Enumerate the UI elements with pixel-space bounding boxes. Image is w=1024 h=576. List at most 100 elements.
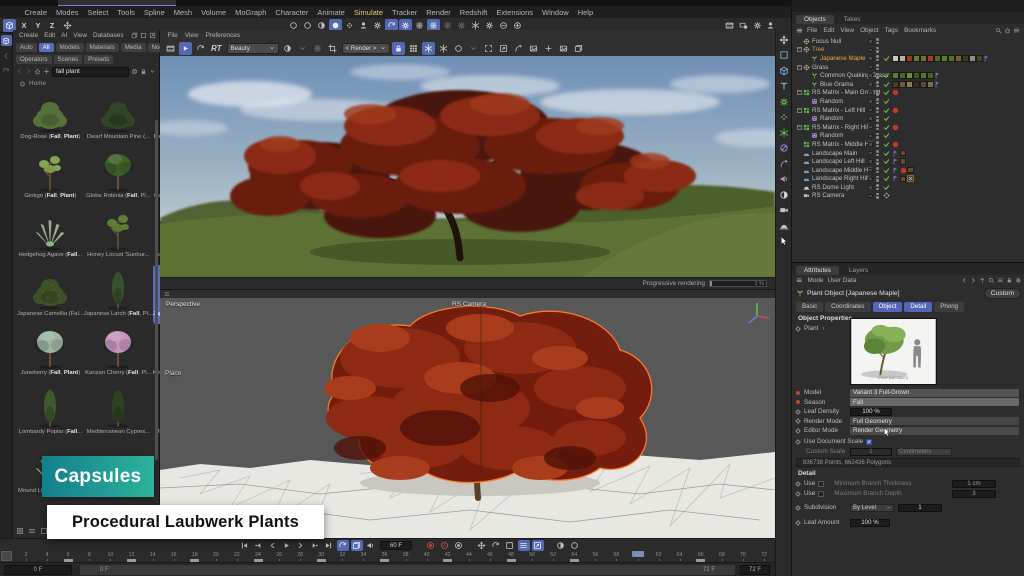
scale-icon[interactable] [149, 32, 156, 39]
expander-icon[interactable]: − [796, 124, 803, 131]
visibility-dots[interactable] [876, 159, 879, 165]
material-swatch[interactable] [906, 72, 913, 79]
skipend-button[interactable] [323, 540, 335, 551]
object-row[interactable]: RS Matrix - Middle Hill [792, 140, 1024, 149]
asset-item[interactable]: Japanese Camellia (Fal... [17, 265, 84, 324]
visibility-dots[interactable] [876, 184, 879, 190]
material-swatch[interactable] [948, 55, 955, 62]
menu-window[interactable]: Window [538, 8, 574, 17]
menu-spline[interactable]: Spline [139, 8, 169, 17]
section-tab-detail[interactable]: Detail [904, 302, 932, 312]
layer-chip[interactable] [868, 185, 873, 190]
layer-chip[interactable] [868, 116, 873, 121]
loop-button[interactable] [337, 540, 349, 551]
filter-tab-auto[interactable]: Auto [16, 43, 37, 52]
menu-animate[interactable]: Animate [313, 8, 350, 17]
speaker-button[interactable] [365, 540, 377, 551]
visibility-dots[interactable] [876, 73, 879, 79]
reca-button[interactable]: A [439, 540, 451, 551]
menu-tracker[interactable]: Tracker [388, 8, 422, 17]
nextkey-button[interactable] [309, 540, 321, 551]
annotation-tag-icon[interactable] [892, 150, 899, 157]
om-menu-bookmarks[interactable]: Bookmarks [901, 27, 939, 34]
section-tab-coordinates[interactable]: Coordinates [825, 302, 870, 312]
material-swatch[interactable] [927, 81, 934, 88]
enabled-check-icon[interactable] [883, 124, 890, 131]
visibility-dots[interactable] [876, 90, 879, 96]
visibility-dots[interactable] [876, 38, 879, 44]
rec-button[interactable] [425, 540, 437, 551]
asset-menu-view[interactable]: View [70, 32, 90, 39]
material-swatch[interactable] [900, 150, 907, 157]
loop-button[interactable] [194, 42, 207, 55]
parameter-dot[interactable] [795, 409, 801, 415]
leaf-density-field[interactable]: 100 % [850, 408, 892, 416]
use-min-thickness-checkbox[interactable] [818, 481, 824, 487]
image-button[interactable] [527, 42, 540, 55]
category-tab-presets[interactable]: Presets [84, 55, 113, 64]
asset-menu-databases[interactable]: Databases [90, 32, 127, 39]
cube-tool-button[interactable] [777, 64, 790, 77]
scale-button[interactable] [532, 540, 544, 551]
frame-field[interactable]: 60 F [380, 541, 412, 550]
current-frame-field[interactable]: 0 F [4, 565, 72, 575]
play-button[interactable] [281, 540, 293, 551]
render-menu-preferences[interactable]: Preferences [202, 32, 243, 39]
visibility-dots[interactable] [876, 133, 879, 139]
subdivision-field[interactable]: 1 [898, 504, 942, 512]
model-dropdown[interactable]: Variant 3 Full-Grown [850, 389, 1019, 397]
play-button[interactable] [179, 42, 192, 55]
attr-menu-mode[interactable]: Mode [806, 277, 826, 284]
plus-button[interactable] [542, 42, 555, 55]
layer-chip[interactable] [868, 39, 873, 44]
film-button[interactable] [164, 42, 177, 55]
viewport-panel[interactable]: Perspective RS Camera Place [160, 290, 775, 540]
menu-icon[interactable] [164, 291, 170, 297]
skipstart-button[interactable] [239, 540, 251, 551]
enabled-check-icon[interactable] [883, 72, 890, 79]
enabled-check-icon[interactable] [883, 89, 890, 96]
asset-item[interactable]: Globe Robinia (Fall, Pl... [84, 147, 153, 206]
object-row[interactable]: Random [792, 114, 1024, 123]
breadcrumb[interactable]: Home [13, 78, 159, 88]
visibility-dots[interactable] [876, 193, 879, 199]
forward-icon[interactable] [25, 68, 32, 75]
object-row[interactable]: Landscape Left Hill [792, 157, 1024, 166]
annotation-tag-icon[interactable] [983, 55, 990, 62]
lock-button[interactable] [392, 42, 405, 55]
expander-icon[interactable]: − [796, 89, 803, 96]
object-row[interactable]: Random [792, 97, 1024, 106]
menu-tools[interactable]: Tools [113, 8, 140, 17]
enabled-check-icon[interactable] [883, 98, 890, 105]
menu-icon[interactable] [997, 277, 1004, 284]
menu-redshift[interactable]: Redshift [455, 8, 492, 17]
asset-menu-ai[interactable]: AI [58, 32, 70, 39]
scrollbar-thumb[interactable] [155, 120, 158, 460]
menu-icon[interactable] [796, 27, 803, 34]
asset-item[interactable]: Juneberry (Fall, Plant) [17, 324, 84, 383]
redshift-tag-icon[interactable] [892, 107, 899, 114]
enabled-check-icon[interactable] [883, 55, 890, 62]
layer-chip[interactable] [868, 194, 873, 199]
axismove-tool-button[interactable] [777, 33, 790, 46]
loop-button[interactable] [490, 540, 502, 551]
snow-button[interactable] [437, 42, 450, 55]
layer-chip[interactable] [868, 108, 873, 113]
gear-tool-button[interactable] [777, 95, 790, 108]
annotation-tag-icon[interactable] [892, 158, 899, 165]
squareO-icon[interactable] [140, 32, 147, 39]
expander-icon[interactable]: − [796, 64, 803, 71]
menu-render[interactable]: Render [422, 8, 456, 17]
menu-help[interactable]: Help [573, 8, 597, 17]
visibility-dots[interactable] [876, 167, 879, 173]
rec-button[interactable] [453, 540, 465, 551]
layer-chip[interactable] [868, 159, 873, 164]
menu-mesh[interactable]: Mesh [169, 8, 196, 17]
search-icon[interactable] [995, 27, 1002, 34]
annotation-tag-icon[interactable] [934, 81, 941, 88]
expandsel-button[interactable] [482, 42, 495, 55]
circle-button[interactable] [452, 42, 465, 55]
asset-menu-edit[interactable]: Edit [41, 32, 58, 39]
object-row[interactable]: RS Dome Light [792, 183, 1024, 192]
menu-icon[interactable] [28, 527, 36, 535]
